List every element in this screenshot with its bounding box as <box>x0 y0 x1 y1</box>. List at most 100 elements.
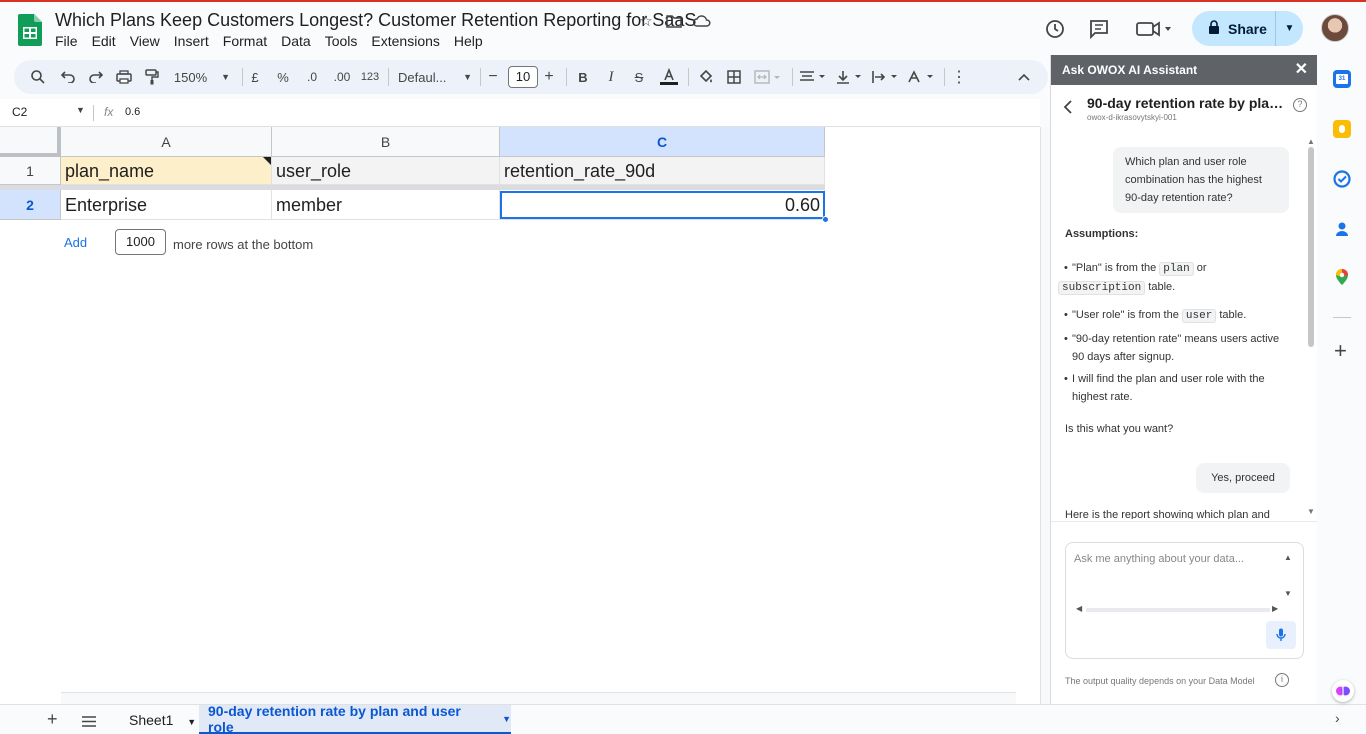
formula-input[interactable]: 0.6 <box>125 106 140 118</box>
add-rows-button[interactable]: Add <box>64 235 87 250</box>
italic-button[interactable]: I <box>602 60 620 94</box>
input-scroll-up-icon[interactable]: ▲ <box>1284 553 1292 562</box>
owox-brain-icon[interactable] <box>1332 680 1354 702</box>
font-size-input[interactable]: 10 <box>508 66 538 88</box>
cell-b2[interactable]: member <box>272 190 500 220</box>
get-addons-icon[interactable]: + <box>1334 340 1347 362</box>
comments-icon[interactable] <box>1086 16 1112 42</box>
menu-file[interactable]: File <box>55 33 78 49</box>
redo-icon[interactable] <box>86 60 106 94</box>
move-folder-icon[interactable] <box>664 11 684 31</box>
tasks-icon[interactable] <box>1333 170 1351 188</box>
more-options-icon[interactable]: ⋮ <box>950 60 968 94</box>
document-title[interactable]: Which Plans Keep Customers Longest? Cust… <box>55 10 696 31</box>
calendar-icon[interactable]: 31 <box>1333 70 1351 88</box>
cell-a1[interactable]: plan_name <box>61 157 272 185</box>
print-icon[interactable] <box>114 60 134 94</box>
meet-icon[interactable] <box>1134 16 1174 42</box>
horizontal-align-icon[interactable] <box>798 60 828 94</box>
menu-tools[interactable]: Tools <box>325 33 358 49</box>
undo-icon[interactable] <box>58 60 78 94</box>
cell-c1[interactable]: retention_rate_90d <box>500 157 825 185</box>
help-icon[interactable]: ? <box>1293 98 1307 112</box>
text-rotation-icon[interactable] <box>906 60 936 94</box>
strikethrough-button[interactable]: S <box>630 60 648 94</box>
info-icon[interactable]: i <box>1275 673 1289 687</box>
decrease-font-size-button[interactable]: − <box>486 60 500 94</box>
percent-format-button[interactable]: % <box>274 60 292 94</box>
input-horizontal-scrollbar[interactable] <box>1086 608 1270 612</box>
decrease-decimal-button[interactable]: .0 <box>300 60 324 94</box>
sheets-logo-icon[interactable] <box>18 14 42 46</box>
increase-decimal-button[interactable]: .00 <box>330 60 354 94</box>
select-all-corner[interactable] <box>0 127 61 157</box>
contacts-icon[interactable] <box>1333 220 1351 238</box>
column-header-b[interactable]: B <box>272 127 500 157</box>
scroll-down-icon[interactable]: ▼ <box>1307 507 1315 516</box>
share-main[interactable]: Share <box>1192 11 1276 46</box>
name-box[interactable]: C2 <box>12 105 27 119</box>
back-arrow-icon[interactable] <box>1063 100 1073 119</box>
horizontal-scrollbar[interactable] <box>61 692 1016 704</box>
cloud-status-icon[interactable] <box>692 11 712 31</box>
paint-format-icon[interactable] <box>142 60 162 94</box>
sheet-tab-menu-icon[interactable]: ▼ <box>502 714 511 724</box>
share-dropdown-icon[interactable]: ▼ <box>1276 23 1303 34</box>
keep-icon[interactable] <box>1333 120 1351 138</box>
vertical-align-icon[interactable] <box>834 60 864 94</box>
input-scroll-right-icon[interactable]: ▶ <box>1272 604 1278 613</box>
text-color-icon[interactable] <box>658 60 680 94</box>
cell-a2[interactable]: Enterprise <box>61 190 272 220</box>
chat-scrollbar[interactable]: ▲ ▼ <box>1307 137 1315 517</box>
menu-insert[interactable]: Insert <box>174 33 209 49</box>
share-button[interactable]: Share ▼ <box>1192 11 1303 46</box>
sheet-tab-sheet1[interactable]: Sheet1 ▼ <box>129 712 196 728</box>
row-header-1[interactable]: 1 <box>0 157 61 185</box>
chat-scroll-thumb[interactable] <box>1308 147 1314 347</box>
cell-b1[interactable]: user_role <box>272 157 500 185</box>
menu-edit[interactable]: Edit <box>92 33 116 49</box>
number-format-button[interactable]: 123 <box>358 60 382 94</box>
collapse-toolbar-icon[interactable] <box>1014 60 1034 94</box>
borders-icon[interactable] <box>724 60 744 94</box>
column-header-c[interactable]: C <box>500 127 825 157</box>
currency-format-button[interactable]: £ <box>246 60 264 94</box>
all-sheets-icon[interactable] <box>82 714 96 732</box>
fill-color-icon[interactable] <box>696 60 716 94</box>
menu-data[interactable]: Data <box>281 33 311 49</box>
avatar[interactable] <box>1321 14 1349 42</box>
font-select[interactable]: Defaul... ▼ <box>398 60 472 94</box>
microphone-button[interactable] <box>1266 621 1296 649</box>
zoom-select[interactable]: 150% ▼ <box>172 60 232 94</box>
toolbar-divider <box>480 68 481 86</box>
expand-side-panel-icon[interactable]: › <box>1335 710 1340 726</box>
maps-icon[interactable] <box>1333 268 1351 286</box>
search-menus-icon[interactable] <box>28 60 48 94</box>
close-icon[interactable]: ✕ <box>1295 55 1308 85</box>
sheet-tab-retention[interactable]: 90-day retention rate by plan and user r… <box>199 703 511 734</box>
vertical-scrollbar[interactable] <box>1040 127 1050 704</box>
scroll-up-icon[interactable]: ▲ <box>1307 137 1315 146</box>
menu-help[interactable]: Help <box>454 33 483 49</box>
menu-format[interactable]: Format <box>223 33 267 49</box>
star-icon[interactable]: ☆ <box>636 11 656 31</box>
column-header-a[interactable]: A <box>61 127 272 157</box>
input-scroll-down-icon[interactable]: ▼ <box>1284 589 1292 598</box>
name-box-caret-icon[interactable]: ▼ <box>76 105 85 115</box>
text-wrapping-icon[interactable] <box>870 60 900 94</box>
input-scroll-left-icon[interactable]: ◀ <box>1076 604 1082 613</box>
add-rows-count-input[interactable]: 1000 <box>115 229 166 255</box>
add-sheet-icon[interactable]: + <box>47 709 58 730</box>
fill-handle[interactable] <box>822 216 829 223</box>
row-header-2[interactable]: 2 <box>0 190 61 220</box>
assistant-partial-reply: Here is the report showing which plan an… <box>1065 509 1270 519</box>
merge-cells-icon[interactable] <box>752 60 784 94</box>
comment-indicator-icon[interactable] <box>263 157 271 165</box>
version-history-icon[interactable] <box>1042 16 1068 42</box>
increase-font-size-button[interactable]: + <box>542 60 556 94</box>
ask-input[interactable]: Ask me anything about your data... ▲ ▼ ◀… <box>1065 542 1304 659</box>
sheet-tab-menu-icon[interactable]: ▼ <box>187 717 196 727</box>
menu-extensions[interactable]: Extensions <box>371 33 439 49</box>
bold-button[interactable]: B <box>574 60 592 94</box>
menu-view[interactable]: View <box>130 33 160 49</box>
